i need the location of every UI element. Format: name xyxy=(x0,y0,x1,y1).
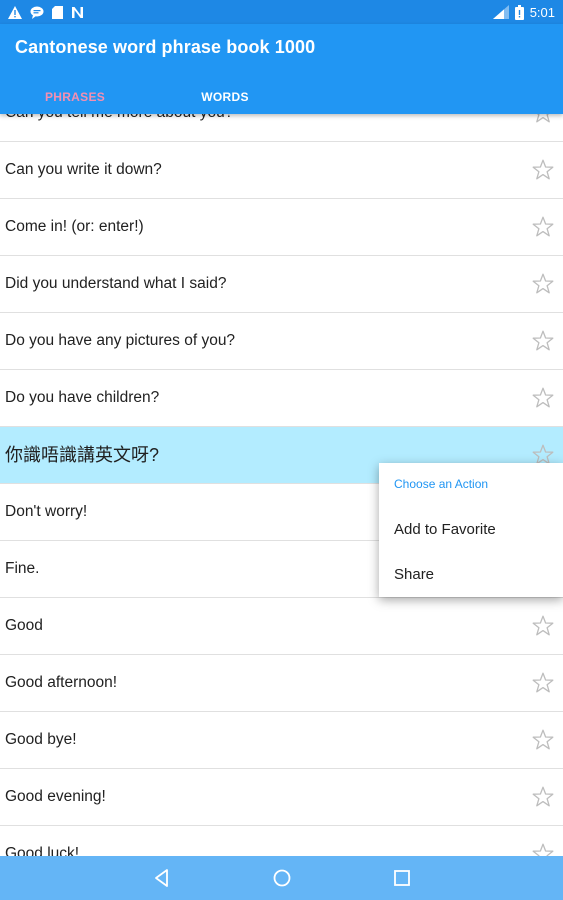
phrase-text: Don't worry! xyxy=(5,503,88,520)
phrase-text: Come in! (or: enter!) xyxy=(5,218,144,235)
tab-bar: PHRASES WORDS xyxy=(0,80,563,114)
recents-icon[interactable] xyxy=(390,866,414,890)
favorite-star-icon[interactable] xyxy=(531,272,555,296)
phrase-text: Can you write it down? xyxy=(5,161,162,178)
phrase-text: Fine. xyxy=(5,560,40,577)
battery-icon xyxy=(514,4,524,20)
notification-icons xyxy=(8,5,84,19)
favorite-star-icon[interactable] xyxy=(531,158,555,182)
favorite-star-icon[interactable] xyxy=(531,114,555,125)
n-notification-icon xyxy=(72,6,83,18)
phrase-row[interactable]: Good xyxy=(0,598,563,655)
phrase-row[interactable]: Can you tell me more about you? xyxy=(0,114,563,142)
phrase-row[interactable]: Do you have children? xyxy=(0,370,563,427)
favorite-star-icon[interactable] xyxy=(531,614,555,638)
warning-icon xyxy=(8,5,22,19)
favorite-star-icon[interactable] xyxy=(531,386,555,410)
app-title: Cantonese word phrase book 1000 xyxy=(15,37,316,57)
phrase-text: Good bye! xyxy=(5,731,77,748)
app-bar: Cantonese word phrase book 1000 PHRASES … xyxy=(0,24,563,114)
tab-phrases[interactable]: PHRASES xyxy=(0,80,150,114)
phrase-text: Did you understand what I said? xyxy=(5,275,227,292)
favorite-star-icon[interactable] xyxy=(531,329,555,353)
phrase-text: 你識唔識講英文呀? xyxy=(5,445,160,465)
phrase-text: Good evening! xyxy=(5,788,106,805)
tab-words[interactable]: WORDS xyxy=(150,80,300,114)
add-to-favorite-menu-item[interactable]: Add to Favorite xyxy=(394,521,496,538)
favorite-star-icon[interactable] xyxy=(531,728,555,752)
phrase-row[interactable]: Good evening! xyxy=(0,769,563,826)
system-icons: 5:01 xyxy=(492,4,555,20)
phrase-text: Can you tell me more about you? xyxy=(5,114,233,141)
favorite-star-icon[interactable] xyxy=(531,842,555,856)
phrase-row[interactable]: Good afternoon! xyxy=(0,655,563,712)
phrase-text: Good afternoon! xyxy=(5,674,118,691)
favorite-star-icon[interactable] xyxy=(531,785,555,809)
context-menu-title: Choose an Action xyxy=(394,477,489,491)
phrase-text: Good xyxy=(5,617,43,634)
chat-icon xyxy=(30,6,44,19)
phrase-row[interactable]: Did you understand what I said? xyxy=(0,256,563,313)
context-menu: Choose an Action Add to Favorite Share xyxy=(379,463,563,597)
share-menu-item[interactable]: Share xyxy=(394,566,434,583)
home-icon[interactable] xyxy=(270,866,294,890)
status-bar: 5:01 xyxy=(0,0,563,24)
phrase-text: Do you have children? xyxy=(5,389,160,406)
signal-icon xyxy=(492,5,509,19)
phrase-text: Good luck! xyxy=(5,845,80,856)
phrase-row[interactable]: Good bye! xyxy=(0,712,563,769)
phrase-row[interactable]: Come in! (or: enter!) xyxy=(0,199,563,256)
favorite-star-icon[interactable] xyxy=(531,671,555,695)
clock: 5:01 xyxy=(529,4,555,20)
phrase-text: Do you have any pictures of you? xyxy=(5,332,236,349)
navigation-bar xyxy=(0,856,563,900)
back-icon[interactable] xyxy=(150,866,174,890)
phrase-row[interactable]: Can you write it down? xyxy=(0,142,563,199)
favorite-star-icon[interactable] xyxy=(531,215,555,239)
sd-card-icon xyxy=(52,5,63,19)
phrase-row[interactable]: Good luck! xyxy=(0,826,563,856)
phrase-row[interactable]: Do you have any pictures of you? xyxy=(0,313,563,370)
